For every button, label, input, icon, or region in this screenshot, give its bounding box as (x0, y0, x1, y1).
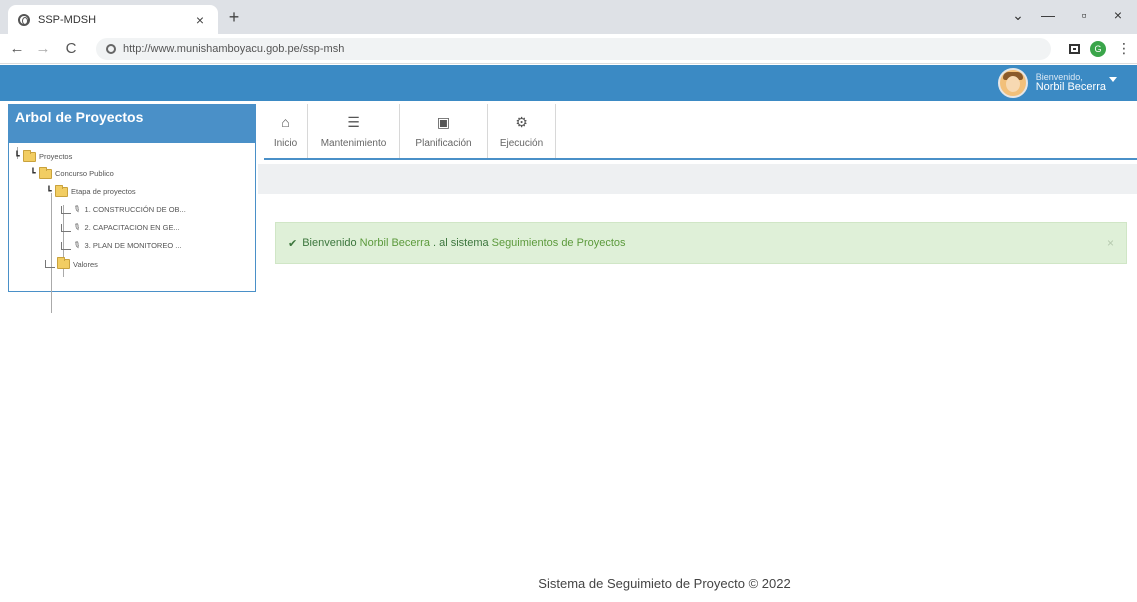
tree-label: Valores (73, 259, 98, 269)
folder-open-icon (55, 184, 68, 197)
pencil-icon: ✎ (71, 202, 83, 216)
toolbar-inicio-button[interactable]: ⌂ Inicio (264, 104, 308, 158)
project-tree-panel: Arbol de Proyectos ┗ Proyectos ┗ Concurs… (8, 104, 256, 313)
toolbar-label: Ejecución (499, 137, 544, 149)
project-tree: ┗ Proyectos ┗ Concurso Publico ┗ Etapa d… (9, 143, 255, 313)
browser-menu-button[interactable]: ⋮ (1117, 40, 1131, 57)
alert-system-name: Seguimientos de Proyectos (491, 237, 626, 249)
collapse-icon[interactable]: ┗ (29, 168, 37, 179)
tree-label: Etapa de proyectos (71, 187, 136, 196)
folder-icon (57, 257, 70, 269)
tree-node-etapa-de-proyectos[interactable]: ┗ Etapa de proyectos (45, 184, 136, 197)
welcome-alert: ✔ Bienvenido Norbil Becerra . al sistema… (275, 222, 1127, 264)
tree-node-project-2[interactable]: ✎ 2. CAPACITACION EN GE... (61, 220, 180, 234)
tree-node-concurso-publico[interactable]: ┗ Concurso Publico (29, 166, 114, 179)
back-button[interactable]: ← (8, 40, 26, 57)
alert-user: Norbil Becerra (359, 237, 430, 249)
alert-close-button[interactable]: × (1107, 236, 1114, 250)
panel-title: Arbol de Proyectos (9, 105, 255, 143)
tab-close-button[interactable]: × (192, 12, 208, 28)
home-icon: ⌂ (281, 113, 290, 130)
pencil-icon: ✎ (71, 220, 83, 234)
gears-icon: ⚙ (515, 113, 528, 130)
url-input[interactable]: http://www.munishamboyacu.gob.pe/ssp-msh (96, 38, 1051, 60)
tree-label: 1. CONSTRUCCIÓN DE OB... (84, 205, 186, 214)
folder-open-icon (23, 149, 36, 162)
site-info-icon[interactable] (106, 44, 116, 54)
footer-text: Sistema de Seguimieto de Proyecto © 2022 (538, 576, 791, 591)
avatar (997, 68, 1028, 98)
check-icon: ✔ (288, 237, 298, 250)
briefcase-icon: ▣ (436, 113, 451, 130)
window-close-button[interactable]: × (1108, 7, 1128, 23)
profile-avatar-button[interactable]: G (1090, 41, 1106, 57)
tree-label: 2. CAPACITACION EN GE... (84, 223, 180, 232)
tree-node-valores[interactable]: Valores (45, 257, 98, 269)
forward-button[interactable]: → (34, 40, 52, 57)
reload-button[interactable]: C (62, 40, 80, 57)
main-toolbar: ⌂ Inicio ☰ Mantenimiento ▣ Planificación… (264, 104, 1137, 160)
toolbar-label: Mantenimiento (320, 137, 387, 149)
caret-down-icon (1109, 76, 1117, 82)
new-tab-button[interactable]: + (222, 7, 246, 28)
globe-icon (18, 13, 30, 26)
alert-prefix: Bienvenido (302, 237, 357, 249)
tree-node-proyectos[interactable]: ┗ Proyectos (13, 149, 73, 162)
user-menu[interactable]: Bienvenido, Norbil Becerra (997, 67, 1117, 99)
tree-node-project-3[interactable]: ✎ 3. PLAN DE MONITOREO ... (61, 238, 182, 252)
tab-title: SSP-MDSH (38, 13, 97, 26)
toolbar-label: Planificación (415, 137, 472, 149)
toolbar-label: Inicio (273, 137, 298, 149)
folder-open-icon (39, 166, 52, 179)
database-icon: ☰ (347, 113, 360, 130)
pencil-icon: ✎ (71, 238, 83, 252)
toolbar-planificacion-button[interactable]: ▣ Planificación (400, 104, 488, 158)
browser-tab[interactable]: SSP-MDSH × (8, 5, 218, 34)
tree-node-project-1[interactable]: ✎ 1. CONSTRUCCIÓN DE OB... (61, 202, 186, 216)
maximize-button[interactable]: ▫ (1074, 7, 1094, 23)
sidepanel-icon[interactable] (1069, 44, 1080, 54)
breadcrumb-bar (258, 164, 1137, 194)
tree-label: Proyectos (39, 152, 73, 161)
tree-label: Concurso Publico (55, 169, 114, 178)
user-name: Norbil Becerra (1035, 80, 1106, 93)
browser-address-bar: ← → C http://www.munishamboyacu.gob.pe/s… (0, 34, 1137, 64)
minimize-button[interactable]: — (1038, 7, 1058, 23)
toolbar-ejecucion-button[interactable]: ⚙ Ejecución (488, 104, 556, 158)
browser-tab-bar: SSP-MDSH × + ⌄ — ▫ × (0, 0, 1137, 34)
url-text: http://www.munishamboyacu.gob.pe/ssp-msh (123, 43, 345, 55)
collapse-icon[interactable]: ┗ (13, 151, 21, 162)
app-header: Bienvenido, Norbil Becerra (0, 65, 1137, 101)
tab-search-button[interactable]: ⌄ (1008, 7, 1028, 24)
collapse-icon[interactable]: ┗ (45, 186, 53, 197)
alert-middle: . al sistema (432, 237, 489, 249)
tree-label: 3. PLAN DE MONITOREO ... (84, 241, 182, 250)
toolbar-mantenimiento-button[interactable]: ☰ Mantenimiento (308, 104, 400, 158)
